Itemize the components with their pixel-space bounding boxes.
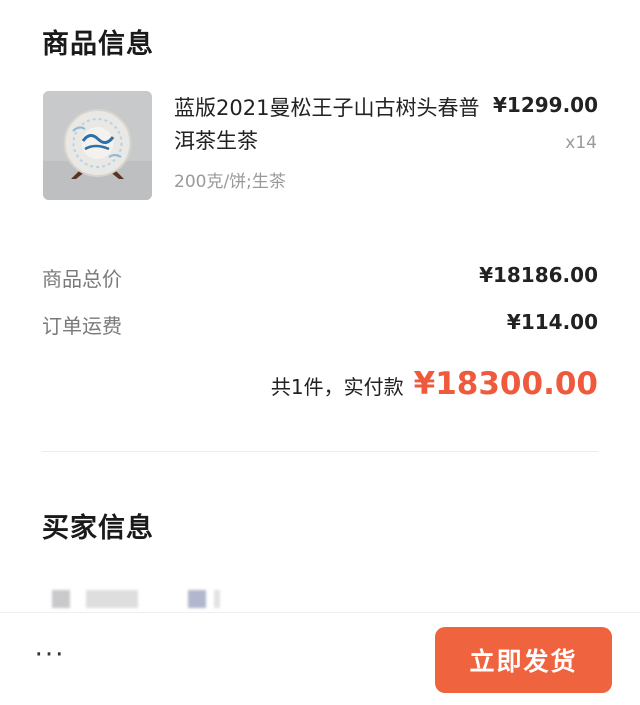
total-payment-label: 共1件，实付款 — [270, 375, 404, 399]
redacted-buyer-name — [52, 590, 70, 608]
redacted-buyer-phone — [188, 590, 206, 608]
section-divider — [42, 451, 598, 452]
buyer-info-title: 买家信息 — [42, 513, 154, 544]
product-quantity: x14 — [565, 133, 597, 153]
shipping-fee-label: 订单运费 — [42, 314, 122, 338]
total-payment-line: 共1件，实付款 ¥18300.00 — [271, 366, 598, 402]
product-unit-price: ¥1299.00 — [492, 93, 598, 117]
product-image[interactable] — [43, 91, 152, 200]
ship-now-label: 立即发货 — [469, 647, 578, 676]
more-options-button[interactable]: ··· — [30, 640, 70, 670]
product-name[interactable]: 蓝版2021曼松王子山古树头春普洱茶生茶 — [174, 92, 484, 158]
redacted-buyer-name — [86, 590, 138, 608]
redacted-buyer-phone — [214, 590, 220, 608]
more-icon: ··· — [34, 640, 66, 670]
total-payment-amount: ¥18300.00 — [413, 366, 598, 402]
goods-info-title: 商品信息 — [42, 29, 154, 60]
subtotal-value: ¥18186.00 — [479, 263, 598, 287]
pu-erh-tea-cake-icon — [43, 91, 152, 200]
subtotal-label: 商品总价 — [42, 267, 122, 291]
product-spec: 200克/饼;生茶 — [174, 172, 286, 192]
shipping-fee-value: ¥114.00 — [506, 310, 598, 334]
ship-now-button[interactable]: 立即发货 — [435, 627, 612, 693]
bottom-action-bar: ··· 立即发货 — [0, 612, 640, 705]
